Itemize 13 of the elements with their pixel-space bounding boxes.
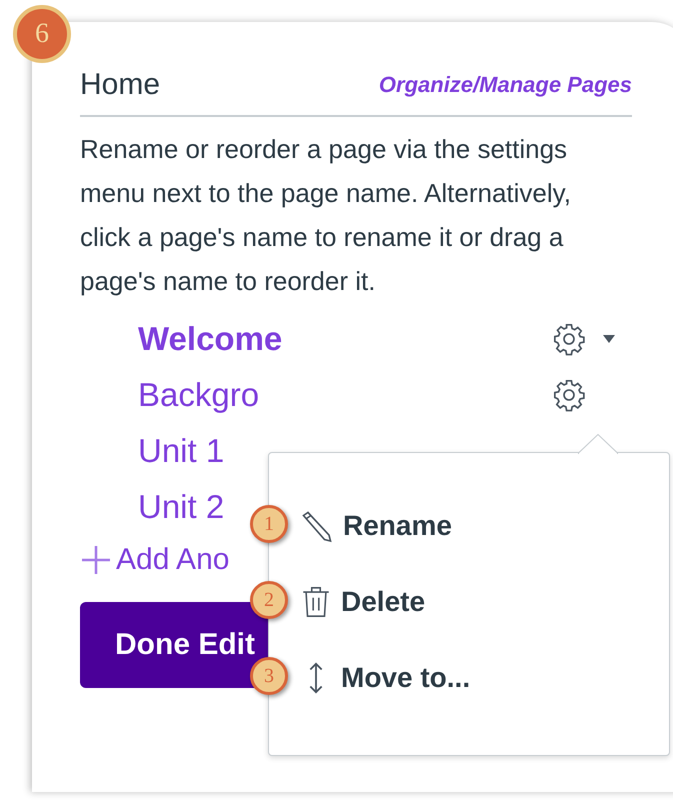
page-link[interactable]: Welcome	[138, 314, 552, 364]
panel-title: Home	[80, 67, 160, 103]
page-link[interactable]: Backgro	[138, 370, 552, 420]
instructions-text: Rename or reorder a page via the settings menu next to the page name. Alternatively, click a page's name to rename it or drag a page's name to reorder it.	[80, 133, 572, 298]
plus-icon	[80, 544, 112, 576]
add-page-link[interactable]: Add Ano	[80, 537, 230, 582]
menu-item[interactable]: Rename	[295, 488, 462, 564]
caret-icon[interactable]	[602, 334, 618, 344]
callout-number-badge: 1	[250, 505, 288, 543]
gear-icon[interactable]	[552, 378, 586, 412]
organize-pages-link[interactable]: Organize/Manage Pages	[378, 68, 632, 101]
step-number-badge: 6	[13, 5, 71, 63]
gear-icon[interactable]	[552, 322, 586, 356]
